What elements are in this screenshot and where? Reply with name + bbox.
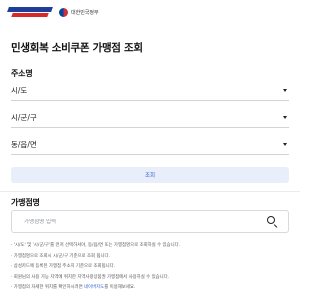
- government-mark: 대한민국정부: [59, 7, 99, 17]
- address-section-label: 주소명: [11, 69, 33, 78]
- notice-item: · 가맹점의 자세한 위치를 확인하시려면 네이버지도를 이용해보세요.: [11, 285, 136, 290]
- store-section-label: 가맹점명: [11, 198, 40, 207]
- header: 대한민국정부: [0, 0, 300, 24]
- province-select-label: 시/도: [11, 86, 28, 95]
- notice-item: · '시/도' 및 '시/군/구'를 먼저 선택하셔야, 동/읍/면 또는 가맹…: [11, 243, 181, 248]
- naver-map-link[interactable]: 네이버지도: [84, 285, 104, 290]
- brand-logo[interactable]: [7, 5, 53, 19]
- page-title: 민생회복 소비쿠폰 가맹점 조회: [11, 42, 143, 54]
- city-select-label: 시/군/구: [11, 113, 37, 122]
- store-name-input[interactable]: [24, 218, 224, 225]
- search-button[interactable]: 조회: [11, 167, 289, 183]
- notice-list: · '시/도' 및 '시/군/구'를 먼저 선택하셔야, 동/읍/면 또는 가맹…: [11, 241, 291, 294]
- dropdown-caret-icon: [283, 143, 287, 146]
- town-select-label: 동/읍/면: [11, 140, 37, 149]
- notice-item: · 삼성카드에 등록된 가맹점 주소지 기준으로 조회됩니다.: [11, 264, 116, 269]
- city-select[interactable]: 시/군/구: [11, 108, 289, 128]
- taegeuk-emblem-icon: [59, 7, 68, 17]
- notice-item: · 회원님의 사용 가능 지역에 위치한 지역사랑상품권 가맹점에서 사용하실 …: [11, 274, 170, 280]
- section-divider: [0, 191, 300, 192]
- province-select[interactable]: 시/도: [11, 81, 289, 101]
- notice-item: · 가맹점명으로 조회시 시/군/구 기준으로 조회 됩니다.: [11, 253, 110, 259]
- town-select[interactable]: 동/읍/면: [11, 135, 289, 155]
- government-label: 대한민국정부: [71, 9, 99, 16]
- store-search-box[interactable]: [11, 210, 289, 233]
- dropdown-caret-icon: [283, 116, 287, 119]
- dropdown-caret-icon: [283, 89, 287, 92]
- search-icon[interactable]: [267, 215, 279, 228]
